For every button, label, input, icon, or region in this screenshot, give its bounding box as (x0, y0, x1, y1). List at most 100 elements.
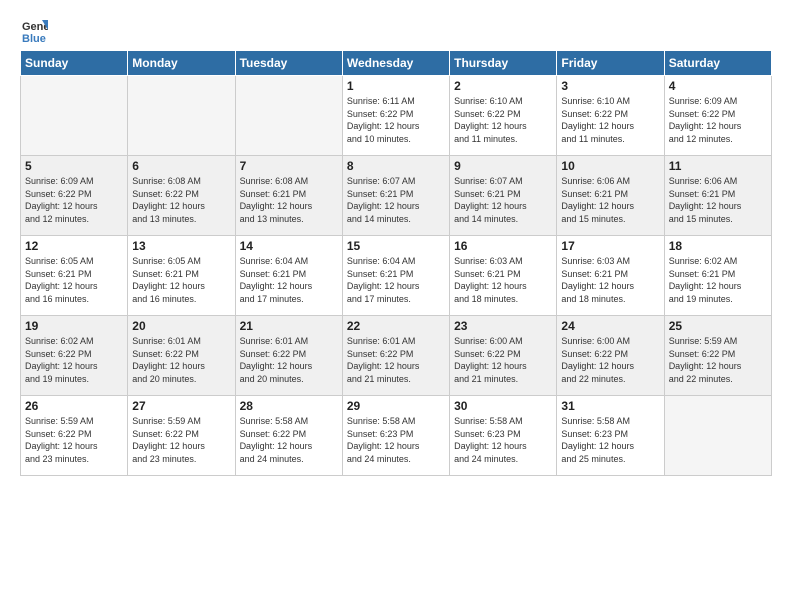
day-number: 16 (454, 239, 552, 253)
day-number: 25 (669, 319, 767, 333)
logo-icon: General Blue (20, 16, 48, 44)
day-number: 10 (561, 159, 659, 173)
day-cell: 20 Sunrise: 6:01 AM Sunset: 6:22 PM Dayli… (128, 316, 235, 396)
day-cell: 14 Sunrise: 6:04 AM Sunset: 6:21 PM Dayli… (235, 236, 342, 316)
day-number: 7 (240, 159, 338, 173)
day-cell: 13Sunrise: 6:05 AM Sunset: 6:21 PM Dayli… (128, 236, 235, 316)
day-info: Sunrise: 6:10 AM Sunset: 6:22 PM Dayligh… (454, 95, 552, 145)
day-info: Sunrise: 6:02 AM Sunset: 6:21 PM Dayligh… (669, 255, 767, 305)
day-number: 4 (669, 79, 767, 93)
day-number: 11 (669, 159, 767, 173)
day-info: Sunrise: 6:04 AM Sunset: 6:21 PM Dayligh… (240, 255, 338, 305)
day-cell: 28 Sunrise: 5:58 AM Sunset: 6:22 PM Dayli… (235, 396, 342, 476)
day-info: Sunrise: 6:09 AM Sunset: 6:22 PM Dayligh… (25, 175, 123, 225)
day-cell: 1Sunrise: 6:11 AM Sunset: 6:22 PM Daylig… (342, 76, 449, 156)
day-info: Sunrise: 6:09 AM Sunset: 6:22 PM Dayligh… (669, 95, 767, 145)
header: General Blue (20, 16, 772, 44)
day-info: Sunrise: 6:00 AM Sunset: 6:22 PM Dayligh… (454, 335, 552, 385)
day-cell: 23Sunrise: 6:00 AM Sunset: 6:22 PM Dayli… (450, 316, 557, 396)
day-info: Sunrise: 6:01 AM Sunset: 6:22 PM Dayligh… (347, 335, 445, 385)
day-info: Sunrise: 6:08 AM Sunset: 6:21 PM Dayligh… (240, 175, 338, 225)
week-row-1: 1Sunrise: 6:11 AM Sunset: 6:22 PM Daylig… (21, 76, 772, 156)
day-number: 18 (669, 239, 767, 253)
day-info: Sunrise: 6:10 AM Sunset: 6:22 PM Dayligh… (561, 95, 659, 145)
day-cell: 12Sunrise: 6:05 AM Sunset: 6:21 PM Dayli… (21, 236, 128, 316)
day-cell: 6Sunrise: 6:08 AM Sunset: 6:22 PM Daylig… (128, 156, 235, 236)
week-row-3: 12Sunrise: 6:05 AM Sunset: 6:21 PM Dayli… (21, 236, 772, 316)
day-number: 31 (561, 399, 659, 413)
day-cell: 26 Sunrise: 5:59 AM Sunset: 6:22 PM Dayli… (21, 396, 128, 476)
day-info: Sunrise: 6:05 AM Sunset: 6:21 PM Dayligh… (25, 255, 123, 305)
day-number: 26 (25, 399, 123, 413)
day-info: Sunrise: 6:06 AM Sunset: 6:21 PM Dayligh… (669, 175, 767, 225)
day-info: Sunrise: 6:03 AM Sunset: 6:21 PM Dayligh… (454, 255, 552, 305)
calendar: Sunday Monday Tuesday Wednesday Thursday… (20, 50, 772, 476)
day-info: Sunrise: 5:59 AM Sunset: 6:22 PM Dayligh… (25, 415, 123, 465)
col-sunday: Sunday (21, 51, 128, 76)
day-number: 3 (561, 79, 659, 93)
day-number: 27 (132, 399, 230, 413)
day-info: Sunrise: 5:58 AM Sunset: 6:23 PM Dayligh… (347, 415, 445, 465)
day-info: Sunrise: 5:59 AM Sunset: 6:22 PM Dayligh… (132, 415, 230, 465)
header-row: Sunday Monday Tuesday Wednesday Thursday… (21, 51, 772, 76)
day-info: Sunrise: 5:58 AM Sunset: 6:23 PM Dayligh… (454, 415, 552, 465)
day-number: 30 (454, 399, 552, 413)
day-cell: 17 Sunrise: 6:03 AM Sunset: 6:21 PM Dayli… (557, 236, 664, 316)
logo: General Blue (20, 16, 52, 44)
day-info: Sunrise: 5:58 AM Sunset: 6:22 PM Dayligh… (240, 415, 338, 465)
day-info: Sunrise: 6:01 AM Sunset: 6:22 PM Dayligh… (240, 335, 338, 385)
day-info: Sunrise: 6:08 AM Sunset: 6:22 PM Dayligh… (132, 175, 230, 225)
day-number: 8 (347, 159, 445, 173)
day-number: 13 (132, 239, 230, 253)
day-info: Sunrise: 6:07 AM Sunset: 6:21 PM Dayligh… (347, 175, 445, 225)
day-cell (664, 396, 771, 476)
day-cell (128, 76, 235, 156)
col-monday: Monday (128, 51, 235, 76)
day-cell: 27 Sunrise: 5:59 AM Sunset: 6:22 PM Dayli… (128, 396, 235, 476)
day-info: Sunrise: 5:59 AM Sunset: 6:22 PM Dayligh… (669, 335, 767, 385)
col-wednesday: Wednesday (342, 51, 449, 76)
day-cell: 29 Sunrise: 5:58 AM Sunset: 6:23 PM Dayli… (342, 396, 449, 476)
day-cell: 24Sunrise: 6:00 AM Sunset: 6:22 PM Dayli… (557, 316, 664, 396)
day-cell: 22 Sunrise: 6:01 AM Sunset: 6:22 PM Dayli… (342, 316, 449, 396)
day-cell: 15Sunrise: 6:04 AM Sunset: 6:21 PM Dayli… (342, 236, 449, 316)
day-info: Sunrise: 6:07 AM Sunset: 6:21 PM Dayligh… (454, 175, 552, 225)
col-thursday: Thursday (450, 51, 557, 76)
day-number: 20 (132, 319, 230, 333)
day-cell: 21 Sunrise: 6:01 AM Sunset: 6:22 PM Dayli… (235, 316, 342, 396)
day-info: Sunrise: 6:02 AM Sunset: 6:22 PM Dayligh… (25, 335, 123, 385)
day-cell: 11 Sunrise: 6:06 AM Sunset: 6:21 PM Dayli… (664, 156, 771, 236)
day-cell: 9 Sunrise: 6:07 AM Sunset: 6:21 PM Daylig… (450, 156, 557, 236)
day-number: 28 (240, 399, 338, 413)
day-cell: 3 Sunrise: 6:10 AM Sunset: 6:22 PM Daylig… (557, 76, 664, 156)
col-tuesday: Tuesday (235, 51, 342, 76)
day-cell: 4 Sunrise: 6:09 AM Sunset: 6:22 PM Daylig… (664, 76, 771, 156)
svg-text:Blue: Blue (22, 33, 46, 44)
day-number: 19 (25, 319, 123, 333)
day-info: Sunrise: 5:58 AM Sunset: 6:23 PM Dayligh… (561, 415, 659, 465)
day-cell: 7 Sunrise: 6:08 AM Sunset: 6:21 PM Daylig… (235, 156, 342, 236)
day-info: Sunrise: 6:03 AM Sunset: 6:21 PM Dayligh… (561, 255, 659, 305)
day-cell: 19 Sunrise: 6:02 AM Sunset: 6:22 PM Dayli… (21, 316, 128, 396)
week-row-2: 5Sunrise: 6:09 AM Sunset: 6:22 PM Daylig… (21, 156, 772, 236)
day-number: 21 (240, 319, 338, 333)
page: General Blue Sunday Monday Tuesday Wedne… (0, 0, 792, 486)
day-info: Sunrise: 6:00 AM Sunset: 6:22 PM Dayligh… (561, 335, 659, 385)
day-info: Sunrise: 6:06 AM Sunset: 6:21 PM Dayligh… (561, 175, 659, 225)
day-cell: 31 Sunrise: 5:58 AM Sunset: 6:23 PM Dayli… (557, 396, 664, 476)
day-cell: 8 Sunrise: 6:07 AM Sunset: 6:21 PM Daylig… (342, 156, 449, 236)
day-number: 14 (240, 239, 338, 253)
day-cell: 10 Sunrise: 6:06 AM Sunset: 6:21 PM Dayli… (557, 156, 664, 236)
day-number: 22 (347, 319, 445, 333)
day-cell: 16 Sunrise: 6:03 AM Sunset: 6:21 PM Dayli… (450, 236, 557, 316)
day-info: Sunrise: 6:01 AM Sunset: 6:22 PM Dayligh… (132, 335, 230, 385)
day-number: 9 (454, 159, 552, 173)
day-number: 29 (347, 399, 445, 413)
day-cell: 18 Sunrise: 6:02 AM Sunset: 6:21 PM Dayli… (664, 236, 771, 316)
day-number: 2 (454, 79, 552, 93)
day-number: 17 (561, 239, 659, 253)
week-row-5: 26 Sunrise: 5:59 AM Sunset: 6:22 PM Dayli… (21, 396, 772, 476)
day-number: 15 (347, 239, 445, 253)
day-cell: 5Sunrise: 6:09 AM Sunset: 6:22 PM Daylig… (21, 156, 128, 236)
week-row-4: 19 Sunrise: 6:02 AM Sunset: 6:22 PM Dayli… (21, 316, 772, 396)
